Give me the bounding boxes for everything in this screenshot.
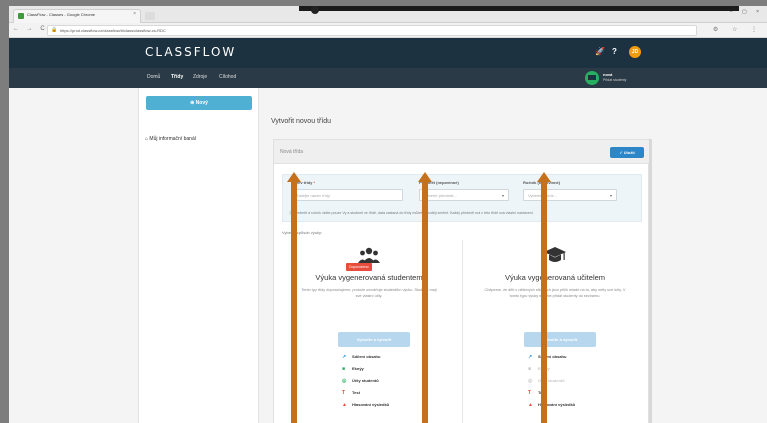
feature-item: T Test xyxy=(342,390,360,396)
close-icon[interactable]: × xyxy=(133,11,136,17)
annotation-arrow-shaft xyxy=(541,182,547,423)
subject-placeholder: Vyberte předmět... xyxy=(424,193,457,198)
feature-label: Eknýy xyxy=(352,366,364,371)
rocket-icon[interactable]: 🚀 xyxy=(595,47,605,57)
app-logo[interactable]: CLASSFLOW xyxy=(145,45,236,59)
ebook-icon: ■ xyxy=(528,366,532,372)
class-name-input[interactable]: Zadejte název třídy xyxy=(291,189,403,201)
share-icon: ↗ xyxy=(528,354,533,360)
app-header: CLASSFLOW 🚀 ? JD xyxy=(9,38,767,68)
school-subtitle: Přidat studenty xyxy=(603,78,627,82)
nav-item-resources[interactable]: Zdroje xyxy=(193,74,207,80)
option-title: Výuka vygenerovaná studentem xyxy=(315,273,423,282)
url-input[interactable]: 🔒 https://prod.classflow.cz/classflow/#/… xyxy=(47,25,697,36)
feature-label: Test xyxy=(352,390,360,395)
graduation-cap-icon xyxy=(544,246,566,266)
share-icon: ↗ xyxy=(342,354,347,360)
url-text: https://prod.classflow.cz/classflow/#/cl… xyxy=(60,28,166,33)
feature-item: ↗ Sdílení obsahu xyxy=(528,354,566,360)
recommended-badge: Doporučeno xyxy=(346,263,372,271)
year-select[interactable]: Vyberte ročník... ▾ xyxy=(523,189,617,201)
test-icon: T xyxy=(528,390,532,396)
help-icon[interactable]: ? xyxy=(612,47,622,57)
page-body: ⊕ Nový ⌂ Můj informační banál Vytvořit n… xyxy=(9,88,767,423)
poll-icon: ▲ xyxy=(342,402,347,408)
annotation-arrow-head xyxy=(537,172,551,182)
browser-tab[interactable]: ClassFlow - Classes - Google Chrome × xyxy=(13,9,141,23)
titlebar-dark-strip xyxy=(299,6,739,11)
option-student-generated: Doporučeno Výuka vygenerovaná studentem … xyxy=(284,246,454,423)
feature-label: Sdílení obsahu xyxy=(352,354,381,359)
panel-title: Nová třída xyxy=(280,149,304,155)
nav-item-home[interactable]: Domů xyxy=(147,74,160,80)
nav-item-classes[interactable]: Třídy xyxy=(171,74,183,80)
app-nav: Domů Třídy Zdroje Cílohod nová Přidat st… xyxy=(9,68,767,88)
chevron-down-icon: ▾ xyxy=(501,193,504,198)
new-class-panel: Nová třída ✓ Uložit Název třídy * Zadejt… xyxy=(273,139,650,423)
class-form: Název třídy * Zadejte název třídy Předmě… xyxy=(282,174,642,222)
save-button[interactable]: ✓ Uložit xyxy=(610,147,644,158)
subject-select[interactable]: Vyberte předmět... ▾ xyxy=(419,189,509,201)
save-button-label: Uložit xyxy=(623,150,635,155)
option-teacher-generated: Výuka vygenerovaná učitelem Chápeme, že … xyxy=(470,246,640,423)
feature-label: Účty studentů xyxy=(352,378,379,383)
test-icon: T xyxy=(342,390,346,396)
tab-title: ClassFlow - Classes - Google Chrome xyxy=(27,12,96,17)
feature-item: ■ Eknýy xyxy=(342,366,364,372)
option-description: Tento typ třídy doporučujeme, protože um… xyxy=(301,288,437,298)
sidebar-item-info-bank[interactable]: ⌂ Můj informační banál xyxy=(145,136,196,142)
sidebar-item-label: Můj informační banál xyxy=(149,136,196,142)
create-teacher-class-button[interactable]: Vytvořte a vytvořit xyxy=(524,332,596,347)
lock-icon: 🔒 xyxy=(51,27,58,33)
feature-item: ◎ Účty studentů xyxy=(342,378,379,384)
page-title: Vytvořit novou třídu xyxy=(271,118,332,125)
browser-titlebar: ClassFlow - Classes - Google Chrome × – … xyxy=(9,6,767,23)
option-description: Chápeme, že děti v některých situacích j… xyxy=(484,288,626,298)
student-accounts-icon: ◎ xyxy=(342,378,347,384)
new-button[interactable]: ⊕ Nový xyxy=(146,96,252,110)
favicon-icon xyxy=(18,13,24,19)
titlebar-circle xyxy=(311,6,319,14)
field-note-text: Předmět a ročník vidíte pouze Vy a stude… xyxy=(293,211,534,215)
annotation-arrow-shaft xyxy=(422,182,428,423)
address-bar: ← → C 🔒 https://prod.classflow.cz/classf… xyxy=(9,23,767,38)
new-tab-button[interactable] xyxy=(145,12,155,20)
main-content: Vytvořit novou třídu Nová třída ✓ Uložit… xyxy=(259,88,767,423)
option-title: Výuka vygenerovaná učitelem xyxy=(504,273,606,282)
extension-icons[interactable]: ⚙ ☆ ⋮ xyxy=(713,26,763,33)
nav-item-goals[interactable]: Cílohod xyxy=(219,74,236,80)
poll-icon: ▲ xyxy=(528,402,533,408)
school-logo-icon xyxy=(585,71,599,85)
ebook-icon: ■ xyxy=(342,366,346,372)
field-note: ⓘ Předmět a ročník vidíte pouze Vy a stu… xyxy=(289,211,534,216)
feature-item: ▲ Hlasování výsledků xyxy=(342,402,389,408)
panel-scrollbar[interactable] xyxy=(649,139,652,423)
options-divider xyxy=(462,240,463,423)
class-name-placeholder: Zadejte název třídy xyxy=(296,193,331,198)
nav-arrows-icon[interactable]: ← → C xyxy=(13,26,48,32)
annotation-arrow-head xyxy=(418,172,432,182)
school-switcher[interactable]: nová Přidat studenty xyxy=(585,71,665,85)
browser-window: ClassFlow - Classes - Google Chrome × – … xyxy=(9,6,767,423)
window-controls[interactable]: – ▢ × xyxy=(730,9,763,15)
panel-header: Nová třída ✓ Uložit xyxy=(274,140,650,164)
avatar[interactable]: JD xyxy=(629,46,641,58)
student-accounts-icon: ◎ xyxy=(528,378,533,384)
required-marker: * xyxy=(313,180,316,185)
chevron-down-icon: ▾ xyxy=(609,193,612,198)
feature-label: Hlasování výsledků xyxy=(352,402,390,407)
feature-item: ↗ Sdílení obsahu xyxy=(342,354,380,360)
school-name: nová xyxy=(603,72,613,77)
feature-item: ▲ Hlasování výsledků xyxy=(528,402,575,408)
screen-frame: ClassFlow - Classes - Google Chrome × – … xyxy=(0,0,767,423)
home-icon: ⌂ xyxy=(145,136,149,142)
choose-mode-text: Vyberte způsob výuky: xyxy=(282,230,323,235)
sidebar: ⊕ Nový ⌂ Můj informační banál xyxy=(139,88,259,423)
annotation-arrow-head xyxy=(287,172,301,182)
annotation-arrow-shaft xyxy=(291,182,297,423)
create-student-class-button[interactable]: Vytvořte a vytvořit xyxy=(338,332,410,347)
